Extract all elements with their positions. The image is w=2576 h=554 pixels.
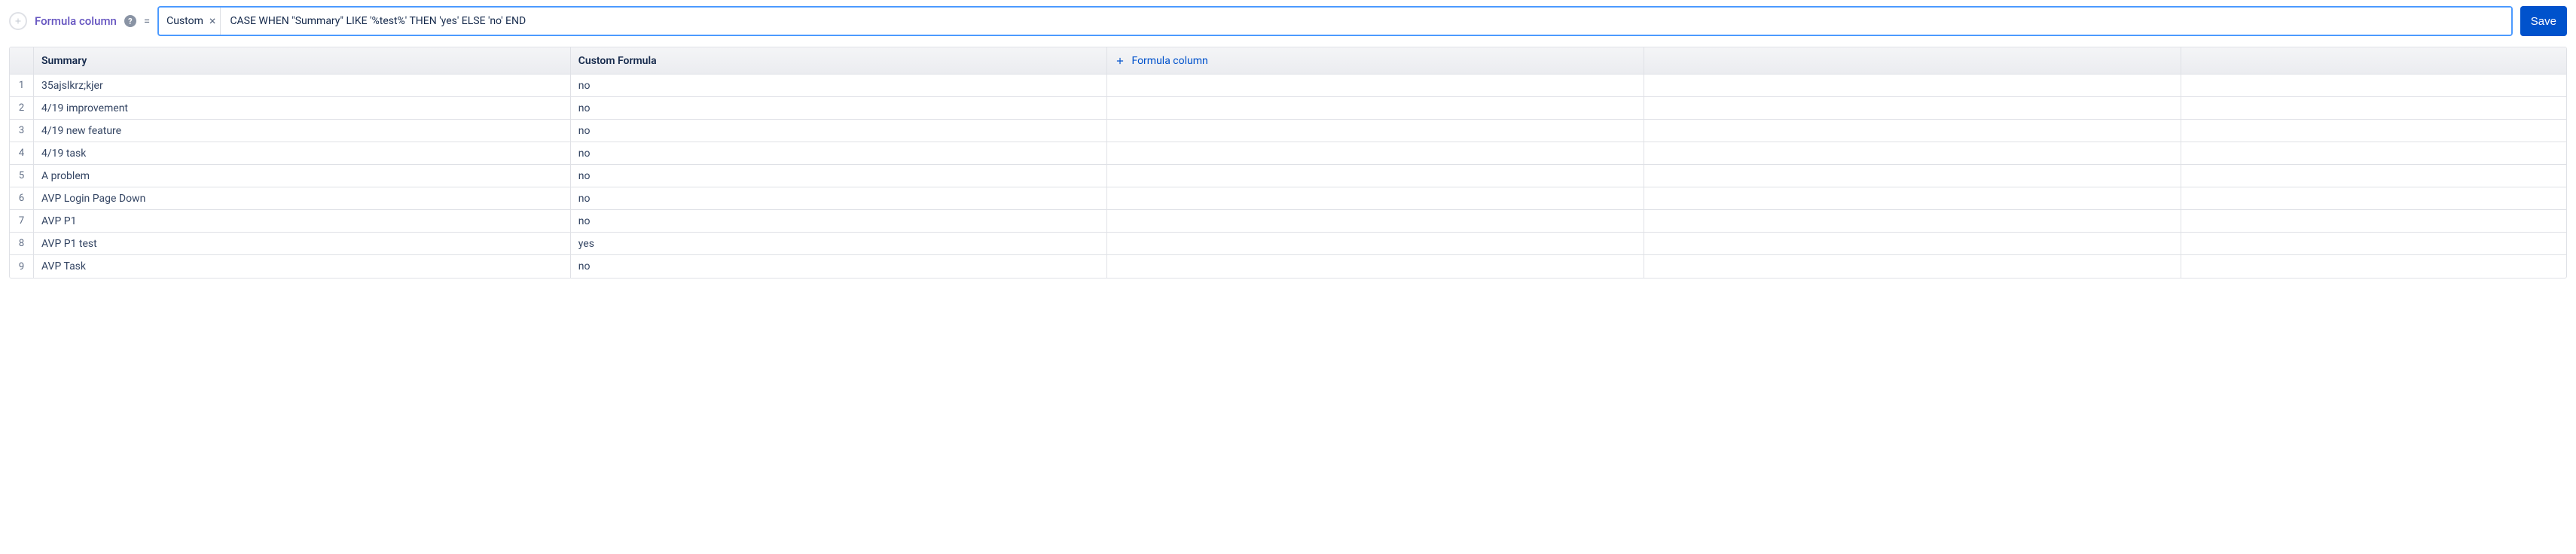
cell-custom[interactable]: no (571, 165, 1108, 187)
column-header-summary[interactable]: Summary (34, 47, 571, 74)
cell-summary[interactable]: AVP Login Page Down (34, 187, 571, 209)
row-number: 7 (10, 210, 34, 232)
cell-empty (1107, 165, 1644, 187)
cell-summary[interactable]: 4/19 improvement (34, 97, 571, 119)
row-number: 6 (10, 187, 34, 209)
row-number: 9 (10, 255, 34, 278)
cell-empty (1644, 255, 2181, 278)
cell-empty (1644, 142, 2181, 164)
row-number: 2 (10, 97, 34, 119)
formula-bar: Formula column ? = Custom × Save (9, 6, 2567, 36)
column-chip-remove[interactable]: × (209, 15, 216, 27)
cell-summary[interactable]: AVP P1 test (34, 233, 571, 254)
equals-sign: = (144, 14, 150, 28)
add-formula-column-label: Formula column (1131, 55, 1207, 67)
cell-custom[interactable]: yes (571, 233, 1108, 254)
column-chip-label: Custom (166, 15, 203, 27)
column-chip: Custom × (159, 8, 221, 35)
table-row: 5A problemno (10, 165, 2566, 187)
table-row: 34/19 new featureno (10, 120, 2566, 142)
cell-empty (1107, 142, 1644, 164)
cell-custom[interactable]: no (571, 210, 1108, 232)
cell-empty (1107, 210, 1644, 232)
formula-label: Formula column (35, 14, 117, 28)
cell-empty (1644, 210, 2181, 232)
cell-summary[interactable]: A problem (34, 165, 571, 187)
plus-icon (1115, 56, 1125, 66)
cell-empty (1644, 233, 2181, 254)
add-formula-button[interactable] (9, 12, 27, 30)
row-number: 4 (10, 142, 34, 164)
cell-summary[interactable]: 35ajslkrz;kjer (34, 75, 571, 96)
table-row: 135ajslkrz;kjerno (10, 75, 2566, 97)
cell-empty (2181, 187, 2566, 209)
cell-empty (1107, 255, 1644, 278)
cell-empty (2181, 210, 2566, 232)
table-row: 44/19 taskno (10, 142, 2566, 165)
column-header-custom[interactable]: Custom Formula (571, 47, 1108, 74)
results-table: Summary Custom Formula Formula column 13… (9, 47, 2567, 279)
cell-empty (1644, 120, 2181, 142)
cell-empty (1107, 120, 1644, 142)
cell-custom[interactable]: no (571, 142, 1108, 164)
cell-empty (2181, 255, 2566, 278)
cell-empty (1107, 233, 1644, 254)
cell-summary[interactable]: AVP Task (34, 255, 571, 278)
cell-custom[interactable]: no (571, 97, 1108, 119)
table-row: 7AVP P1no (10, 210, 2566, 233)
cell-empty (2181, 165, 2566, 187)
cell-empty (2181, 142, 2566, 164)
cell-empty (1644, 165, 2181, 187)
row-number: 3 (10, 120, 34, 142)
cell-summary[interactable]: 4/19 task (34, 142, 571, 164)
column-header-formula: Formula column (1107, 47, 1644, 74)
cell-empty (2181, 120, 2566, 142)
row-number: 1 (10, 75, 34, 96)
save-button[interactable]: Save (2520, 6, 2567, 36)
table-row: 24/19 improvementno (10, 97, 2566, 120)
cell-empty (1644, 97, 2181, 119)
formula-input[interactable] (221, 8, 2510, 35)
table-row: 8AVP P1 testyes (10, 233, 2566, 255)
cell-custom[interactable]: no (571, 75, 1108, 96)
cell-empty (2181, 233, 2566, 254)
help-icon[interactable]: ? (124, 15, 136, 27)
plus-icon (14, 17, 23, 26)
cell-empty (1644, 75, 2181, 96)
cell-custom[interactable]: no (571, 255, 1108, 278)
table-row: 9AVP Taskno (10, 255, 2566, 278)
add-formula-column-button[interactable]: Formula column (1115, 55, 1207, 67)
table-row: 6AVP Login Page Downno (10, 187, 2566, 210)
cell-empty (2181, 75, 2566, 96)
row-number-header (10, 47, 34, 74)
column-header-empty (2181, 47, 2566, 74)
column-header-empty (1644, 47, 2181, 74)
cell-empty (1644, 187, 2181, 209)
formula-input-container: Custom × (157, 6, 2513, 36)
row-number: 8 (10, 233, 34, 254)
table-header: Summary Custom Formula Formula column (10, 47, 2566, 75)
cell-empty (1107, 75, 1644, 96)
cell-empty (1107, 187, 1644, 209)
cell-empty (2181, 97, 2566, 119)
row-number: 5 (10, 165, 34, 187)
cell-summary[interactable]: 4/19 new feature (34, 120, 571, 142)
cell-custom[interactable]: no (571, 187, 1108, 209)
cell-custom[interactable]: no (571, 120, 1108, 142)
cell-empty (1107, 97, 1644, 119)
cell-summary[interactable]: AVP P1 (34, 210, 571, 232)
